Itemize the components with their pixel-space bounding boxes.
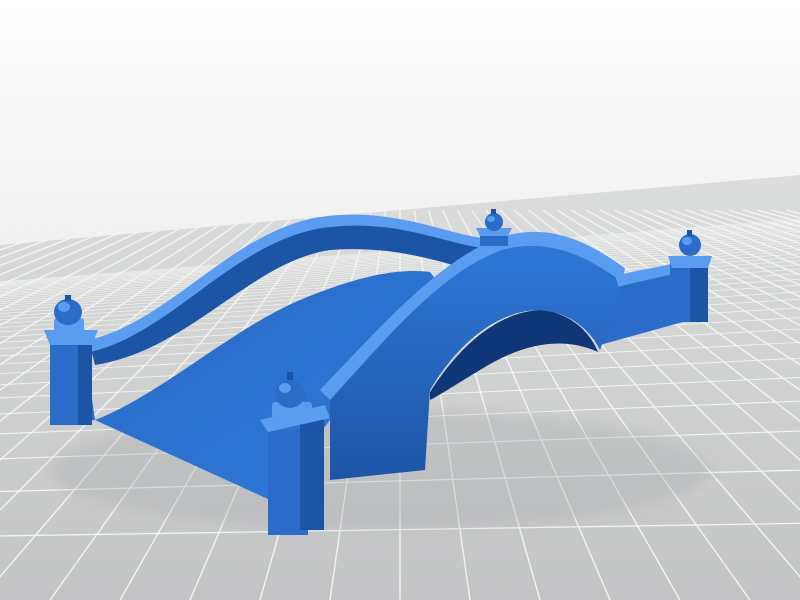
render-viewport (0, 0, 800, 600)
